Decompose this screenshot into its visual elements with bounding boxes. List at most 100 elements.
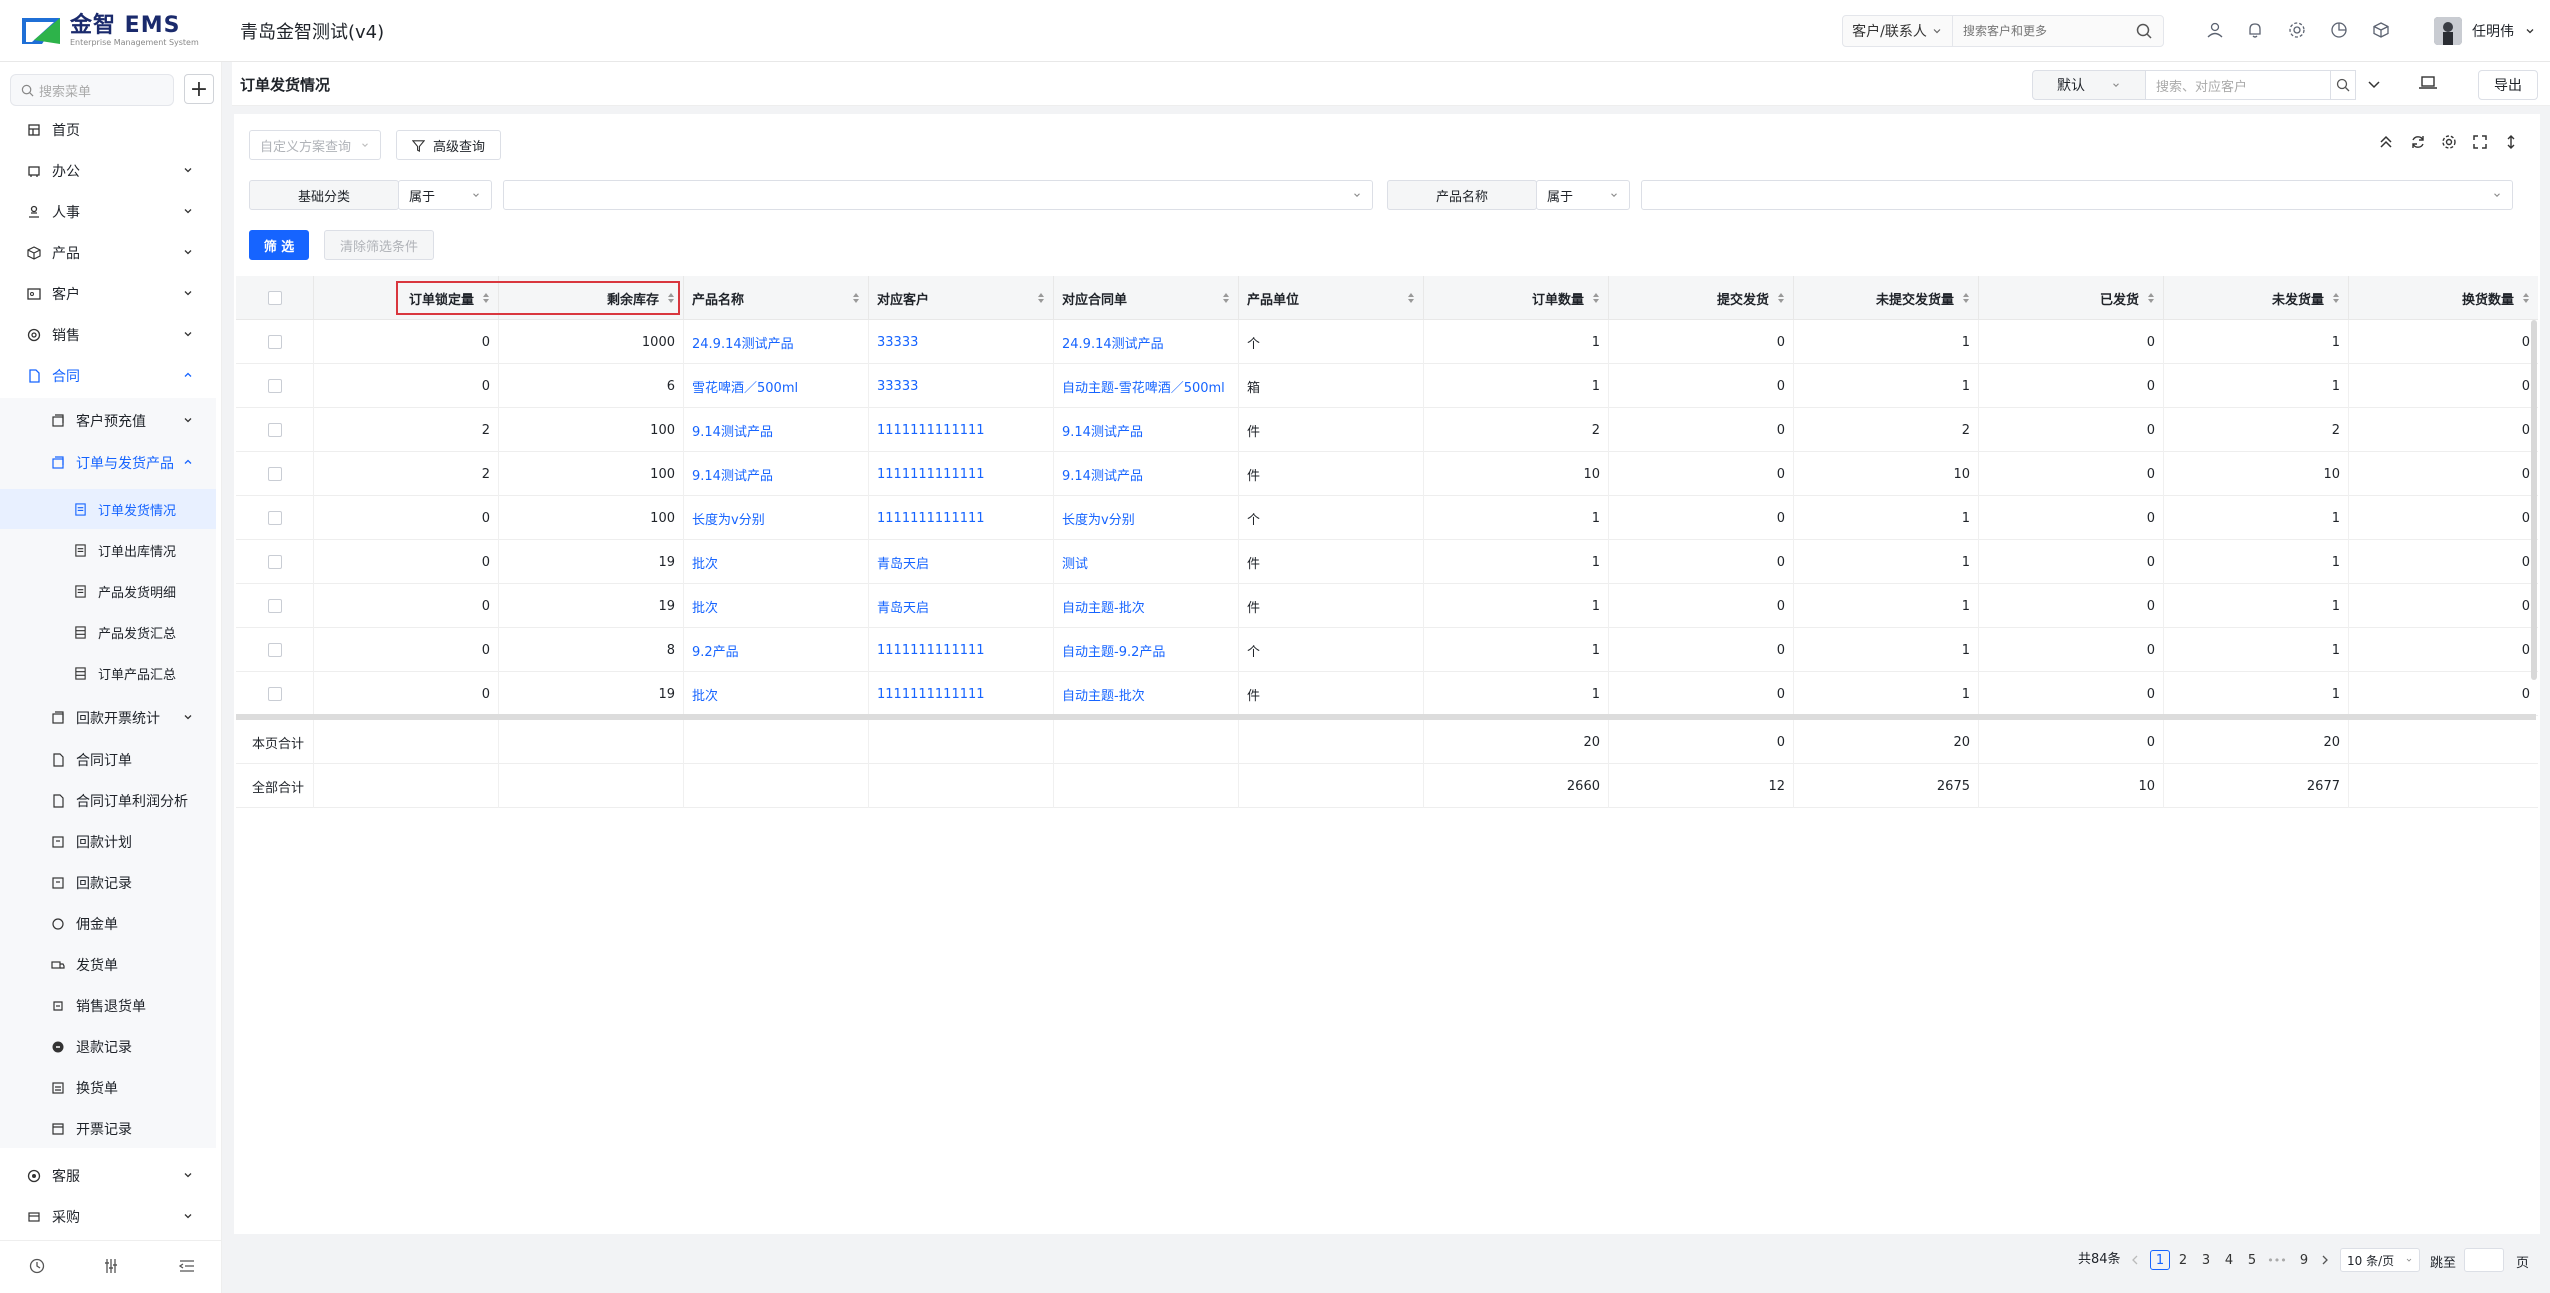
nav-order-delivery-status[interactable]: 订单发货情况 bbox=[0, 489, 216, 529]
col-header[interactable]: 未发货量 bbox=[2164, 276, 2349, 320]
chart-pie-icon[interactable] bbox=[2328, 19, 2350, 41]
clear-filter-button[interactable]: 清除筛选条件 bbox=[324, 230, 434, 260]
nav-order-outbound-status[interactable]: 订单出库情况 bbox=[0, 530, 216, 570]
chevron-down-icon[interactable] bbox=[2366, 76, 2382, 92]
table-cell[interactable]: 9.14测试产品 bbox=[1054, 452, 1239, 496]
filter-button[interactable]: 筛 选 bbox=[249, 230, 309, 260]
nav-payment-record[interactable]: 回款记录 bbox=[0, 863, 216, 903]
table-row[interactable]: 0 100 长度为v分别 1111111111111 长度为v分别个 1 0 1 0 1 0 bbox=[236, 496, 2538, 540]
table-cell[interactable]: 9.14测试产品 bbox=[684, 452, 869, 496]
history-icon[interactable] bbox=[28, 1257, 46, 1275]
filter2-operator[interactable]: 属于 bbox=[1536, 180, 1630, 210]
page-size-select[interactable]: 10 条/页 bbox=[2340, 1248, 2420, 1272]
col-header[interactable]: 产品名称 bbox=[684, 276, 869, 320]
table-cell[interactable]: 自动主题-批次 bbox=[1054, 672, 1239, 716]
table-cell[interactable]: 1111111111111 bbox=[869, 628, 1054, 672]
menu-search-input[interactable]: 搜索菜单 bbox=[10, 74, 174, 106]
refresh-icon[interactable] bbox=[2410, 134, 2426, 150]
col-header[interactable]: 已发货 bbox=[1979, 276, 2164, 320]
search-scope-select[interactable]: 客户/联系人 bbox=[1843, 16, 1953, 46]
nav-product[interactable]: 产品 bbox=[0, 233, 216, 273]
col-header[interactable]: 换货数量 bbox=[2349, 276, 2538, 320]
nav-purchase[interactable]: 采购 bbox=[0, 1197, 216, 1237]
table-row[interactable]: 2 100 9.14测试产品 1111111111111 9.14测试产品件 10 0 10 0… bbox=[236, 452, 2538, 496]
col-header[interactable]: 对应合同单 bbox=[1054, 276, 1239, 320]
nav-contract-order[interactable]: 合同订单 bbox=[0, 740, 216, 780]
page-search-input[interactable]: 搜索、对应客户 bbox=[2146, 70, 2336, 100]
table-cell[interactable]: 自动主题-雪花啤酒／500ml bbox=[1054, 364, 1239, 408]
table-row[interactable]: 0 8 9.2产品 1111111111111 自动主题-9.2产品个 1 0 1 0 1 0 bbox=[236, 628, 2538, 672]
table-row[interactable]: 0 6 雪花啤酒／500ml 33333 自动主题-雪花啤酒／500ml 箱 1 0 1 0 1 0 bbox=[236, 364, 2538, 408]
bell-icon[interactable] bbox=[2244, 19, 2266, 41]
table-row[interactable]: 0 19 批次 青岛天启 测试件 1 0 1 0 1 0 bbox=[236, 540, 2538, 584]
nav-commission[interactable]: 佣金单 bbox=[0, 904, 216, 944]
nav-customer-recharge[interactable]: 客户预充值 bbox=[0, 401, 216, 441]
nav-sales-return[interactable]: 销售退货单 bbox=[0, 986, 216, 1026]
page-5[interactable]: 5 bbox=[2242, 1250, 2262, 1270]
page-search-button[interactable] bbox=[2330, 70, 2356, 100]
table-cell[interactable]: 批次 bbox=[684, 540, 869, 584]
global-search-input[interactable] bbox=[1953, 16, 2135, 46]
col-header[interactable]: 订单数量 bbox=[1424, 276, 1609, 320]
row-checkbox[interactable] bbox=[267, 423, 282, 437]
nav-payment-invoice-stats[interactable]: 回款开票统计 bbox=[0, 698, 216, 738]
settings-icon[interactable] bbox=[2286, 19, 2308, 41]
nav-delivery-note[interactable]: 发货单 bbox=[0, 945, 216, 985]
col-header[interactable]: 提交发货 bbox=[1609, 276, 1794, 320]
row-height-icon[interactable] bbox=[2503, 134, 2519, 150]
filter1-operator[interactable]: 属于 bbox=[398, 180, 492, 210]
table-cell[interactable]: 9.14测试产品 bbox=[684, 408, 869, 452]
filter1-value-select[interactable] bbox=[503, 180, 1373, 210]
nav-office[interactable]: 办公 bbox=[0, 151, 216, 191]
nav-home[interactable]: 首页 bbox=[0, 110, 216, 150]
row-checkbox[interactable] bbox=[267, 555, 282, 569]
export-button[interactable]: 导出 bbox=[2478, 70, 2538, 100]
nav-contract-profit[interactable]: 合同订单利润分析 bbox=[0, 781, 216, 821]
nav-customer[interactable]: 客户 bbox=[0, 274, 216, 314]
table-cell[interactable]: 长度为v分别 bbox=[684, 496, 869, 540]
table-cell[interactable]: 批次 bbox=[684, 672, 869, 716]
table-cell[interactable]: 24.9.14测试产品 bbox=[684, 320, 869, 364]
row-checkbox[interactable] bbox=[267, 379, 282, 393]
nav-exchange[interactable]: 换货单 bbox=[0, 1068, 216, 1108]
row-checkbox[interactable] bbox=[267, 687, 282, 701]
table-row[interactable]: 2 100 9.14测试产品 1111111111111 9.14测试产品件 2 0 2 0 2 0 bbox=[236, 408, 2538, 452]
nav-sales[interactable]: 销售 bbox=[0, 315, 216, 355]
nav-contract[interactable]: 合同 bbox=[0, 356, 216, 396]
nav-invoice-record[interactable]: 开票记录 bbox=[0, 1109, 216, 1149]
nav-service[interactable]: 客服 bbox=[0, 1156, 216, 1196]
table-row[interactable]: 0 19 批次 1111111111111 自动主题-批次件 1 0 1 0 1 0 bbox=[236, 672, 2538, 716]
nav-order-delivery-products[interactable]: 订单与发货产品 bbox=[0, 443, 216, 483]
row-checkbox[interactable] bbox=[267, 643, 282, 657]
scheme-select[interactable]: 自定义方案查询 bbox=[249, 130, 381, 160]
nav-product-delivery-summary[interactable]: 产品发货汇总 bbox=[0, 612, 216, 652]
table-cell[interactable]: 24.9.14测试产品 bbox=[1054, 320, 1239, 364]
table-cell[interactable]: 1111111111111 bbox=[869, 496, 1054, 540]
table-cell[interactable]: 9.2产品 bbox=[684, 628, 869, 672]
collapse-menu-icon[interactable] bbox=[178, 1257, 196, 1275]
table-cell[interactable]: 1111111111111 bbox=[869, 408, 1054, 452]
nav-payment-plan[interactable]: 回款计划 bbox=[0, 822, 216, 862]
row-checkbox[interactable] bbox=[267, 599, 282, 613]
table-cell[interactable]: 长度为v分别 bbox=[1054, 496, 1239, 540]
table-cell[interactable]: 自动主题-9.2产品 bbox=[1054, 628, 1239, 672]
select-all-checkbox[interactable] bbox=[267, 291, 282, 305]
laptop-icon[interactable] bbox=[2418, 74, 2438, 92]
nav-refund-record[interactable]: 退款记录 bbox=[0, 1027, 216, 1067]
next-page-icon[interactable] bbox=[2320, 1254, 2330, 1266]
page-2[interactable]: 2 bbox=[2173, 1250, 2193, 1270]
table-cell[interactable]: 批次 bbox=[684, 584, 869, 628]
col-header[interactable]: 对应客户 bbox=[869, 276, 1054, 320]
table-cell[interactable]: 9.14测试产品 bbox=[1054, 408, 1239, 452]
vertical-scrollbar[interactable] bbox=[2531, 320, 2537, 680]
nav-product-delivery-detail[interactable]: 产品发货明细 bbox=[0, 571, 216, 611]
table-cell[interactable]: 33333 bbox=[869, 320, 1054, 364]
row-checkbox[interactable] bbox=[267, 511, 282, 525]
user-menu[interactable]: 任明伟 bbox=[2434, 16, 2536, 46]
nav-hr[interactable]: 人事 bbox=[0, 192, 216, 232]
table-cell[interactable]: 自动主题-批次 bbox=[1054, 584, 1239, 628]
cube-icon[interactable] bbox=[2370, 19, 2392, 41]
column-settings-icon[interactable] bbox=[2441, 134, 2457, 150]
view-select[interactable]: 默认 bbox=[2032, 70, 2146, 100]
table-cell[interactable]: 1111111111111 bbox=[869, 452, 1054, 496]
